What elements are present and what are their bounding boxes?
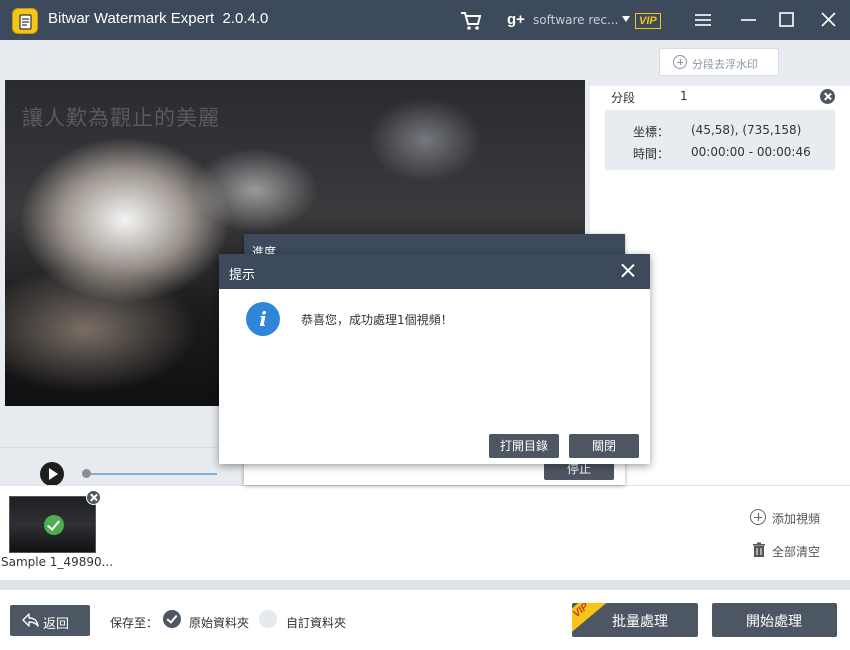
dialog-header: 提示 (219, 254, 650, 289)
dialog-title: 提示 (229, 268, 256, 283)
segment-index: 1 (680, 89, 688, 103)
dialog-close-icon[interactable] (619, 262, 637, 280)
segment-label: 分段 (611, 91, 636, 105)
app-title: Bitwar Watermark Expert 2.0.4.0 (48, 10, 268, 27)
start-process-button[interactable]: 開始處理 (712, 603, 837, 637)
plus-circle-icon (673, 55, 687, 69)
back-arrow-icon (22, 613, 39, 627)
maximize-icon[interactable] (774, 8, 800, 32)
cart-icon[interactable] (460, 11, 482, 31)
account-name[interactable]: software rec... (533, 13, 618, 27)
remove-segment-icon[interactable] (820, 89, 835, 104)
clear-all-label: 全部清空 (772, 545, 821, 559)
info-icon: i (246, 302, 280, 336)
coordinate-value: (45,58), (735,158) (691, 123, 802, 137)
play-button[interactable] (40, 462, 64, 486)
add-segment-label: 分段去浮水印 (692, 58, 758, 71)
divider (0, 580, 850, 590)
video-watermark-text: 讓人歎為觀止的美麗 (22, 106, 220, 130)
app-name: Bitwar Watermark Expert (48, 10, 215, 27)
back-label: 返回 (43, 617, 70, 632)
save-to-label: 保存至： (110, 616, 159, 630)
back-button[interactable]: 返回 (10, 605, 90, 636)
batch-process-label: 批量處理 (612, 614, 668, 630)
seek-bar[interactable] (86, 473, 217, 475)
start-process-label: 開始處理 (746, 614, 802, 630)
original-folder-radio[interactable] (163, 610, 181, 628)
bottom-bar: 返回 保存至： 原始資料夾 自訂資料夾 VIP 批量處理 開始處理 (0, 590, 850, 650)
minimize-icon[interactable] (736, 8, 762, 32)
dialog-message: 恭喜您，成功處理1個視頻！ (301, 313, 453, 327)
custom-folder-label[interactable]: 自訂資料夾 (286, 614, 346, 631)
add-segment-button[interactable]: 分段去浮水印 (659, 48, 779, 76)
time-value: 00:00:00 - 00:00:46 (691, 145, 811, 159)
segment-info-box: 坐標： (45,58), (735,158) 時間： 00:00:00 - 00… (605, 110, 835, 170)
plus-circle-icon (750, 509, 766, 525)
app-version: 2.0.4.0 (222, 10, 269, 27)
app-logo-icon (12, 8, 38, 34)
file-name: Sample 1_49890... (1, 555, 114, 569)
custom-folder-radio[interactable] (259, 610, 277, 628)
remove-file-icon[interactable] (86, 490, 101, 505)
add-video-label: 添加視頻 (772, 512, 821, 526)
coordinate-label: 坐標： (633, 125, 670, 139)
account-dropdown-icon[interactable] (622, 16, 630, 22)
seek-handle[interactable] (82, 469, 91, 478)
open-directory-button[interactable]: 打開目錄 (489, 434, 559, 458)
file-thumbnail[interactable] (9, 496, 96, 553)
time-label: 時間： (633, 147, 670, 161)
trash-icon (753, 542, 765, 557)
result-dialog: 提示 i 恭喜您，成功處理1個視頻！ 打開目錄 關閉 (219, 254, 650, 464)
vip-badge: VIP (635, 13, 661, 29)
original-folder-label[interactable]: 原始資料夾 (189, 614, 249, 631)
google-plus-icon[interactable]: g+ (507, 11, 527, 29)
segment-toolbar: 分段去浮水印 (590, 40, 850, 86)
menu-icon[interactable] (690, 8, 716, 32)
close-dialog-button[interactable]: 關閉 (569, 434, 639, 458)
file-list: Sample 1_49890... 添加視頻 全部清空 (0, 485, 850, 580)
title-bar: Bitwar Watermark Expert 2.0.4.0 g+ softw… (0, 0, 850, 40)
close-icon[interactable] (816, 8, 842, 32)
batch-process-button[interactable]: VIP 批量處理 (572, 603, 698, 637)
check-icon (44, 515, 64, 535)
